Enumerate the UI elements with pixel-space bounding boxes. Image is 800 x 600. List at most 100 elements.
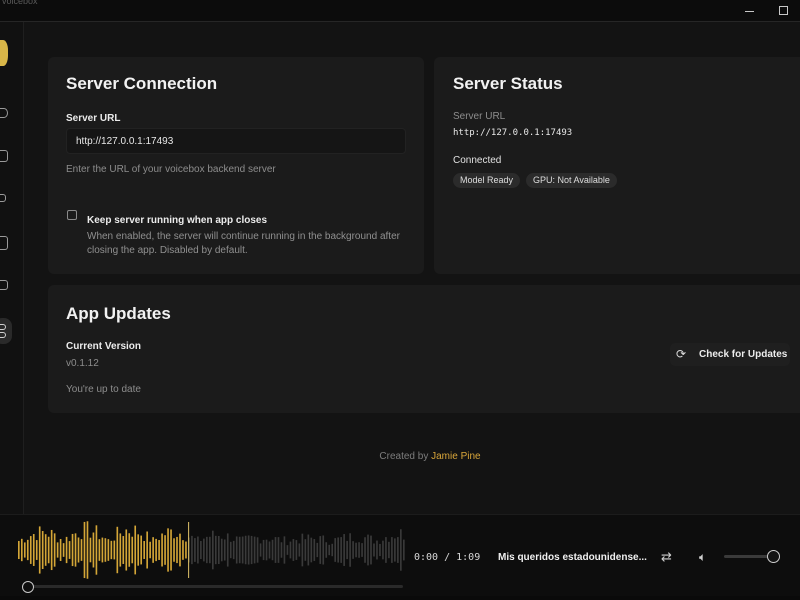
- nav-model-icon[interactable]: [0, 280, 8, 290]
- wave-bar: [89, 537, 92, 563]
- wave-bar: [131, 536, 134, 564]
- nav-edit-icon[interactable]: [0, 194, 6, 202]
- status-url-value: http://127.0.0.1:17493: [453, 128, 573, 138]
- wave-bar: [158, 540, 160, 560]
- wave-bar: [259, 543, 262, 557]
- wave-bar: [20, 538, 23, 562]
- wave-bar: [71, 533, 74, 567]
- wave-bar: [340, 537, 342, 563]
- sidebar: [0, 22, 24, 514]
- wave-bar: [238, 536, 241, 564]
- wave-bar: [92, 532, 95, 568]
- wave-bar: [50, 529, 53, 571]
- settings-grid-icon: [0, 324, 6, 330]
- wave-bar: [319, 536, 322, 564]
- wave-bar: [331, 543, 334, 557]
- wave-bar: [403, 539, 405, 561]
- wave-bar: [283, 536, 286, 564]
- wave-bar: [277, 537, 280, 563]
- wave-bar: [41, 531, 44, 569]
- loop-icon[interactable]: ⇄: [661, 549, 672, 565]
- wave-bar: [68, 541, 71, 559]
- nav-library-icon[interactable]: [0, 150, 8, 162]
- wave-bar: [77, 537, 80, 563]
- minimize-button[interactable]: [742, 4, 756, 18]
- scrub-handle[interactable]: [22, 581, 34, 593]
- wave-bar: [217, 536, 220, 564]
- playback-time: 0:00 / 1:09: [414, 552, 481, 563]
- wave-bar: [35, 540, 38, 560]
- wave-bar: [310, 537, 313, 563]
- wave-bar: [173, 538, 175, 562]
- volume-icon[interactable]: 🔈︎: [699, 550, 706, 565]
- wave-bar: [197, 536, 199, 564]
- wave-bar: [241, 536, 244, 564]
- wave-bar: [164, 535, 166, 565]
- window-title: voicebox: [2, 0, 38, 6]
- wave-bar: [328, 544, 331, 556]
- wave-bar: [313, 539, 316, 561]
- wave-bar: [32, 534, 35, 566]
- wave-bar: [110, 540, 113, 560]
- wave-bar: [334, 538, 337, 562]
- current-version-value: v0.1.12: [66, 358, 99, 369]
- wave-bar: [385, 537, 387, 563]
- wave-bar: [179, 533, 181, 567]
- wave-bar: [301, 533, 304, 567]
- wave-bar: [361, 543, 363, 557]
- keep-running-checkbox[interactable]: [67, 210, 77, 220]
- wave-bar: [271, 539, 274, 561]
- wave-bar: [268, 541, 271, 559]
- wave-bar: [376, 540, 378, 560]
- wave-bar: [191, 535, 193, 565]
- nav-voice-icon[interactable]: [0, 108, 8, 118]
- server-connection-title: Server Connection: [66, 74, 218, 93]
- track-title: Mis queridos estadounidense...: [498, 552, 647, 563]
- keep-running-label[interactable]: Keep server running when app closes: [87, 215, 267, 226]
- wave-bar: [274, 537, 277, 563]
- author-link[interactable]: Jamie Pine: [431, 451, 480, 462]
- wave-bar: [214, 535, 217, 565]
- wave-bar: [250, 535, 253, 565]
- maximize-button[interactable]: [776, 4, 790, 18]
- volume-handle[interactable]: [767, 550, 780, 563]
- wave-bar: [232, 540, 235, 560]
- model-ready-badge: Model Ready: [453, 173, 521, 188]
- app-logo-icon: [0, 40, 8, 66]
- wave-bar: [101, 537, 104, 563]
- wave-bar: [116, 526, 119, 574]
- wave-bar: [373, 543, 375, 557]
- wave-bar: [391, 537, 393, 563]
- nav-document-icon[interactable]: [0, 236, 8, 250]
- wave-bar: [65, 536, 68, 564]
- wave-bar: [149, 541, 151, 559]
- wave-bar: [343, 534, 345, 566]
- wave-bar: [134, 525, 137, 575]
- wave-bar: [200, 541, 202, 559]
- wave-bar: [316, 542, 319, 558]
- audio-waveform[interactable]: [18, 520, 406, 580]
- server-url-label: Server URL: [66, 113, 121, 124]
- wave-bar: [23, 542, 26, 558]
- wave-bar: [170, 529, 172, 571]
- settings-grid-icon-lower: [0, 332, 6, 338]
- nav-settings-active[interactable]: [0, 318, 12, 344]
- wave-bar: [167, 528, 169, 572]
- wave-bar: [176, 536, 178, 564]
- wave-bar: [292, 539, 295, 561]
- connection-state: Connected: [453, 155, 502, 166]
- wave-bar: [143, 541, 145, 559]
- wave-bar: [182, 540, 184, 560]
- wave-bar: [265, 539, 268, 561]
- wave-bar: [364, 537, 366, 563]
- wave-bar: [140, 535, 143, 565]
- wave-bar: [289, 541, 292, 559]
- server-url-input[interactable]: [66, 128, 406, 154]
- wave-bar: [152, 537, 154, 563]
- wave-bar: [262, 539, 265, 561]
- wave-bar: [146, 531, 148, 569]
- scrub-track[interactable]: [28, 585, 403, 588]
- wave-bar: [137, 534, 140, 566]
- check-updates-button[interactable]: ⟳ Check for Updates: [670, 343, 790, 366]
- wave-bar: [400, 529, 402, 571]
